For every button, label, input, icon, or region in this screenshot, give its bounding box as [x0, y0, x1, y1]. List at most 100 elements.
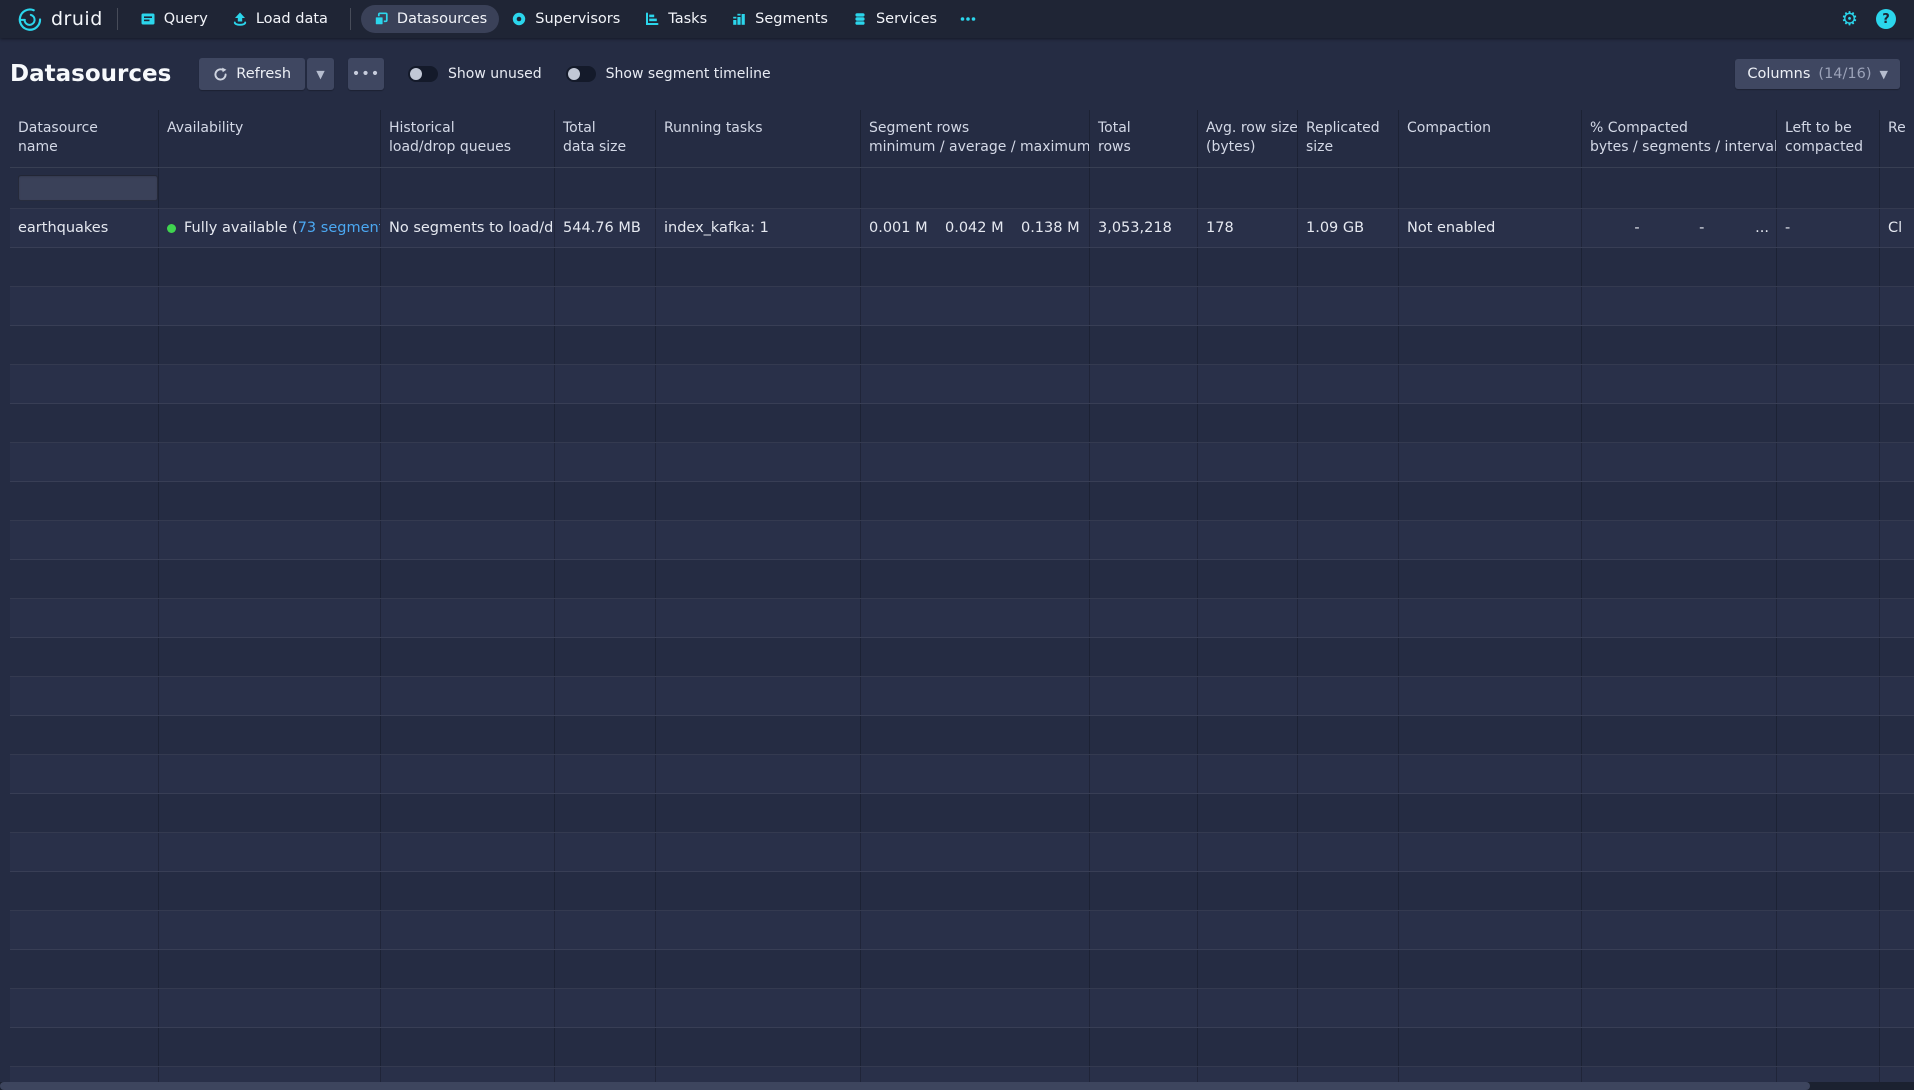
nav-item-query[interactable]: Query — [128, 5, 220, 33]
empty-cell — [1880, 638, 1914, 676]
empty-cell — [656, 950, 861, 988]
column-header[interactable]: Availability — [159, 110, 381, 167]
columns-button[interactable]: Columns (14/16) ▼ — [1735, 59, 1900, 89]
horizontal-scrollbar-thumb[interactable] — [0, 1082, 1810, 1090]
datasource-name-filter-input[interactable] — [18, 175, 158, 201]
datasource-name-cell[interactable]: earthquakes — [10, 209, 159, 247]
empty-cell — [555, 872, 656, 910]
nav-more-button[interactable] — [949, 5, 987, 33]
empty-cell — [1777, 521, 1880, 559]
column-header[interactable]: Segment rowsminimum / average / maximum — [861, 110, 1090, 167]
empty-cell — [1777, 677, 1880, 715]
empty-cell — [861, 950, 1090, 988]
column-header[interactable]: Replicatedsize — [1298, 110, 1399, 167]
empty-cell — [656, 872, 861, 910]
nav-divider — [350, 8, 351, 30]
empty-cell — [159, 365, 381, 403]
nav-item-supervisors[interactable]: Supervisors — [499, 5, 632, 33]
empty-cell — [1090, 404, 1198, 442]
empty-cell — [1582, 755, 1777, 793]
empty-cell — [1777, 950, 1880, 988]
column-header[interactable]: Running tasks — [656, 110, 861, 167]
empty-cell — [1880, 404, 1914, 442]
empty-cell — [861, 716, 1090, 754]
column-header[interactable]: Totaldata size — [555, 110, 656, 167]
column-header[interactable]: Historicalload/drop queues — [381, 110, 555, 167]
segments-link[interactable]: 73 segments — [298, 220, 381, 236]
empty-cell — [1777, 833, 1880, 871]
nav-item-tasks[interactable]: Tasks — [632, 5, 719, 33]
nav-item-label: Supervisors — [535, 11, 620, 27]
empty-cell — [861, 833, 1090, 871]
empty-cell — [1880, 326, 1914, 364]
empty-cell — [1582, 638, 1777, 676]
table-row-empty — [10, 404, 1914, 443]
empty-cell — [10, 872, 159, 910]
columns-button-label: Columns — [1747, 66, 1810, 82]
empty-cell — [10, 911, 159, 949]
avg-row-size-value: 178 — [1206, 220, 1234, 236]
load-drop-cell: No segments to load/drop — [381, 209, 555, 247]
empty-cell — [159, 248, 381, 286]
nav-item-load-data[interactable]: Load data — [220, 5, 340, 33]
filter-cell-empty — [1298, 168, 1399, 208]
empty-cell — [1298, 443, 1399, 481]
table-row-empty — [10, 521, 1914, 560]
refresh-dropdown-button[interactable]: ▼ — [307, 58, 334, 90]
empty-cell — [10, 794, 159, 832]
empty-cell — [1198, 833, 1298, 871]
table-row-earthquakes[interactable]: earthquakes Fully available (73 segments… — [10, 209, 1914, 248]
empty-cell — [1582, 560, 1777, 598]
empty-cell — [381, 365, 555, 403]
empty-cell — [1298, 716, 1399, 754]
horizontal-scrollbar[interactable] — [0, 1082, 1914, 1090]
column-header[interactable]: Re — [1880, 110, 1914, 167]
empty-cell — [1582, 248, 1777, 286]
empty-cell — [381, 287, 555, 325]
table-row-empty — [10, 443, 1914, 482]
refresh-button[interactable]: Refresh — [199, 58, 305, 90]
empty-cell — [1298, 326, 1399, 364]
empty-cell — [1198, 404, 1298, 442]
empty-cell — [1090, 248, 1198, 286]
empty-cell — [159, 404, 381, 442]
druid-logo[interactable]: druid — [12, 6, 107, 33]
nav-item-datasources[interactable]: Datasources — [361, 5, 499, 33]
empty-cell — [1198, 599, 1298, 637]
table-row-empty — [10, 794, 1914, 833]
table-row-empty — [10, 638, 1914, 677]
empty-cell — [1880, 833, 1914, 871]
nav-item-segments[interactable]: Segments — [719, 5, 840, 33]
filter-cell-empty — [1090, 168, 1198, 208]
empty-cell — [861, 482, 1090, 520]
empty-cell — [656, 248, 861, 286]
column-header[interactable]: Left to becompacted — [1777, 110, 1880, 167]
empty-cell — [1198, 716, 1298, 754]
column-header[interactable]: Avg. row size(bytes) — [1198, 110, 1298, 167]
empty-cell — [1298, 794, 1399, 832]
settings-gear-icon[interactable]: ⚙ — [1831, 10, 1868, 29]
show-segment-timeline-switch[interactable] — [566, 66, 596, 82]
column-header[interactable]: Compaction — [1399, 110, 1582, 167]
empty-cell — [1298, 911, 1399, 949]
empty-cell — [1399, 989, 1582, 1027]
show-unused-switch[interactable] — [408, 66, 438, 82]
empty-cell — [1090, 794, 1198, 832]
column-header[interactable]: Datasourcename — [10, 110, 159, 167]
empty-cell — [1090, 950, 1198, 988]
empty-cell — [1777, 755, 1880, 793]
page-title: Datasources — [10, 61, 171, 87]
table-row-empty — [10, 755, 1914, 794]
compaction-cell: Not enabled — [1399, 209, 1582, 247]
total-rows-value: 3,053,218 — [1098, 220, 1172, 236]
datasource-name: earthquakes — [18, 220, 108, 236]
more-actions-button[interactable]: ••• — [348, 58, 384, 90]
more-icon — [959, 11, 977, 27]
load-drop-value: No segments to load/drop — [389, 220, 555, 236]
nav-item-services[interactable]: Services — [840, 5, 949, 33]
table-row-empty — [10, 833, 1914, 872]
empty-cell — [555, 677, 656, 715]
help-icon[interactable]: ? — [1876, 9, 1896, 29]
column-header[interactable]: Totalrows — [1090, 110, 1198, 167]
column-header[interactable]: % Compactedbytes / segments / intervals — [1582, 110, 1777, 167]
